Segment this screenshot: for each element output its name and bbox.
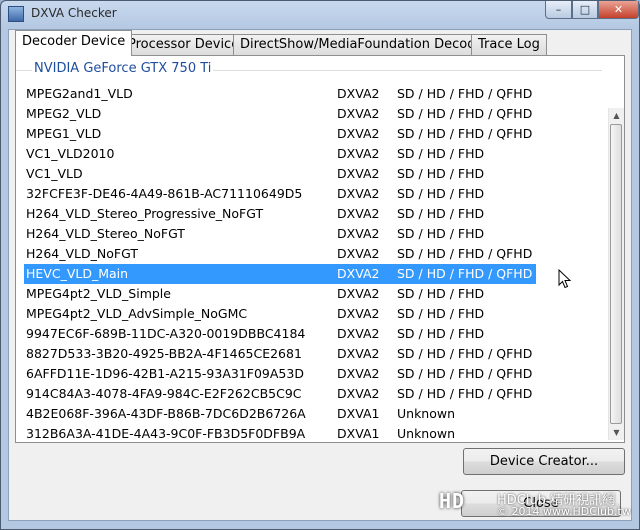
tab-decoder-device[interactable]: Decoder Device [15,30,133,56]
decoder-row[interactable]: MPEG2_VLD DXVA2 SD / HD / FHD / QFHD [24,104,600,124]
decoder-device-panel: NVIDIA GeForce GTX 750 Ti MPEG2and1_VLD D… [15,55,625,443]
mouse-cursor-icon [558,269,572,289]
decoder-api: DXVA2 [337,146,380,161]
decoder-resolutions: SD / HD / FHD / QFHD [397,346,533,361]
gpu-name-label: NVIDIA GeForce GTX 750 Ti [32,61,214,76]
decoder-row[interactable]: 9947EC6F-689B-11DC-A320-0019DBBC4184 DXVA… [24,324,600,344]
decoder-api: DXVA2 [337,386,380,401]
decoder-resolutions: SD / HD / FHD [397,286,485,301]
decoder-name: 9947EC6F-689B-11DC-A320-0019DBBC4184 [26,326,306,341]
decoder-row[interactable]: HEVC_VLD_Main DXVA2 SD / HD / FHD / QFHD [24,264,536,284]
minimize-button[interactable]: – [545,1,572,19]
decoder-resolutions: SD / HD / FHD [397,306,485,321]
scroll-up-icon[interactable]: ▲ [609,108,624,123]
scroll-down-icon[interactable]: ▼ [609,425,624,440]
watermark: HD HDClub 精研視訊網 © 2014 www.HDClub.tw [439,489,635,525]
decoder-row[interactable]: 6AFFD11E-1D96-42B1-A215-93A31F09A53D DXVA… [24,364,600,384]
decoder-api: DXVA2 [337,206,380,221]
tab-processor-device[interactable]: Processor Device [121,34,247,55]
decoder-name: H264_VLD_Stereo_Progressive_NoFGT [26,206,264,221]
decoder-row[interactable]: H264_VLD_Stereo_NoFGT DXVA2 SD / HD / FHD [24,224,600,244]
decoder-row[interactable]: 4B2E068F-396A-43DF-B86B-7DC6D2B6726A DXVA… [24,404,600,424]
decoder-api: DXVA2 [337,186,380,201]
decoder-list[interactable]: MPEG2and1_VLD DXVA2 SD / HD / FHD / QFHD MP… [24,84,600,444]
decoder-api: DXVA2 [337,106,380,121]
decoder-name: VC1_VLD [26,166,83,181]
window-title: DXVA Checker [31,6,117,20]
decoder-api: DXVA2 [337,366,380,381]
decoder-name: 4B2E068F-396A-43DF-B86B-7DC6D2B6726A [26,406,306,421]
decoder-api: DXVA2 [337,226,380,241]
decoder-name: 32FCFE3F-DE46-4A49-861B-AC71110649D5 [26,186,303,201]
decoder-resolutions: SD / HD / FHD [397,146,485,161]
decoder-row[interactable]: MPEG4pt2_VLD_AdvSimple_NoGMC DXVA2 SD / HD… [24,304,600,324]
title-bar[interactable]: DXVA Checker – □ ✕ [1,1,639,27]
decoder-name: MPEG4pt2_VLD_Simple [26,286,171,301]
decoder-name: 914C84A3-4078-4FA9-984C-E2F262CB5C9C [26,386,302,401]
decoder-name: HEVC_VLD_Main [26,266,129,281]
decoder-api: DXVA2 [337,326,380,341]
decoder-api: DXVA2 [337,126,380,141]
decoder-resolutions: SD / HD / FHD [397,226,485,241]
decoder-resolutions: SD / HD / FHD [397,206,485,221]
decoder-api: DXVA2 [337,246,380,261]
decoder-row[interactable]: 914C84A3-4078-4FA9-984C-E2F262CB5C9C DXVA… [24,384,600,404]
decoder-resolutions: SD / HD / FHD [397,166,485,181]
decoder-row[interactable]: H264_VLD_Stereo_Progressive_NoFGT DXVA2 SD… [24,204,600,224]
decoder-row[interactable]: H264_VLD_NoFGT DXVA2 SD / HD / FHD / QFHD [24,244,600,264]
decoder-api: DXVA1 [337,406,380,421]
device-creator-button[interactable]: Device Creator... [463,448,625,475]
decoder-resolutions: SD / HD / FHD / QFHD [397,106,533,121]
decoder-api: DXVA2 [337,266,380,281]
decoder-row[interactable]: MPEG1_VLD DXVA2 SD / HD / FHD / QFHD [24,124,600,144]
decoder-name: VC1_VLD2010 [26,146,115,161]
decoder-api: DXVA2 [337,86,380,101]
app-window: DXVA Checker – □ ✕ Decoder Device Proces… [0,0,640,530]
decoder-name: MPEG2_VLD [26,106,102,121]
decoder-api: DXVA2 [337,306,380,321]
decoder-resolutions: SD / HD / FHD / QFHD [397,266,533,281]
decoder-resolutions: SD / HD / FHD / QFHD [397,386,533,401]
tab-trace-log[interactable]: Trace Log [471,34,547,55]
scroll-thumb[interactable] [610,124,622,424]
decoder-resolutions: SD / HD / FHD / QFHD [397,86,533,101]
tab-directshow-mediafoundation-decoder[interactable]: DirectShow/MediaFoundation Decoder [233,34,496,55]
decoder-resolutions: Unknown [397,406,456,421]
decoder-row[interactable]: 8827D533-3B20-4925-BB2A-4F1465CE2681 DXVA… [24,344,600,364]
decoder-name: 312B6A3A-41DE-4A43-9C0F-FB3D5F0DFB9A [26,426,306,441]
decoder-resolutions: SD / HD / FHD [397,186,485,201]
decoder-resolutions: SD / HD / FHD [397,326,485,341]
watermark-copyright: © 2014 www.HDClub.tw [497,505,631,518]
decoder-name: 8827D533-3B20-4925-BB2A-4F1465CE2681 [26,346,302,361]
watermark-logo: HD [439,489,466,513]
decoder-name: MPEG2and1_VLD [26,86,133,101]
close-window-button[interactable]: ✕ [598,1,639,19]
decoder-resolutions: Unknown [397,426,456,441]
decoder-name: MPEG1_VLD [26,126,102,141]
decoder-row[interactable]: 312B6A3A-41DE-4A43-9C0F-FB3D5F0DFB9A DXVA… [24,424,600,444]
list-scrollbar[interactable]: ▲ ▼ [608,108,624,440]
decoder-resolutions: SD / HD / FHD / QFHD [397,366,533,381]
decoder-name: H264_VLD_Stereo_NoFGT [26,226,185,241]
decoder-api: DXVA2 [337,286,380,301]
decoder-name: 6AFFD11E-1D96-42B1-A215-93A31F09A53D [26,366,304,381]
decoder-row[interactable]: 32FCFE3F-DE46-4A49-861B-AC71110649D5 DXVA… [24,184,600,204]
decoder-row[interactable]: VC1_VLD DXVA2 SD / HD / FHD [24,164,600,184]
decoder-api: DXVA1 [337,426,380,441]
decoder-name: H264_VLD_NoFGT [26,246,138,261]
client-area: Decoder Device Processor Device DirectSh… [8,29,632,521]
decoder-api: DXVA2 [337,166,380,181]
maximize-button[interactable]: □ [572,1,598,19]
decoder-row[interactable]: MPEG4pt2_VLD_Simple DXVA2 SD / HD / FHD [24,284,600,304]
decoder-api: DXVA2 [337,346,380,361]
decoder-row[interactable]: VC1_VLD2010 DXVA2 SD / HD / FHD [24,144,600,164]
app-icon [8,6,24,22]
decoder-name: MPEG4pt2_VLD_AdvSimple_NoGMC [26,306,248,321]
decoder-row[interactable]: MPEG2and1_VLD DXVA2 SD / HD / FHD / QFHD [24,84,600,104]
decoder-resolutions: SD / HD / FHD / QFHD [397,246,533,261]
decoder-resolutions: SD / HD / FHD / QFHD [397,126,533,141]
